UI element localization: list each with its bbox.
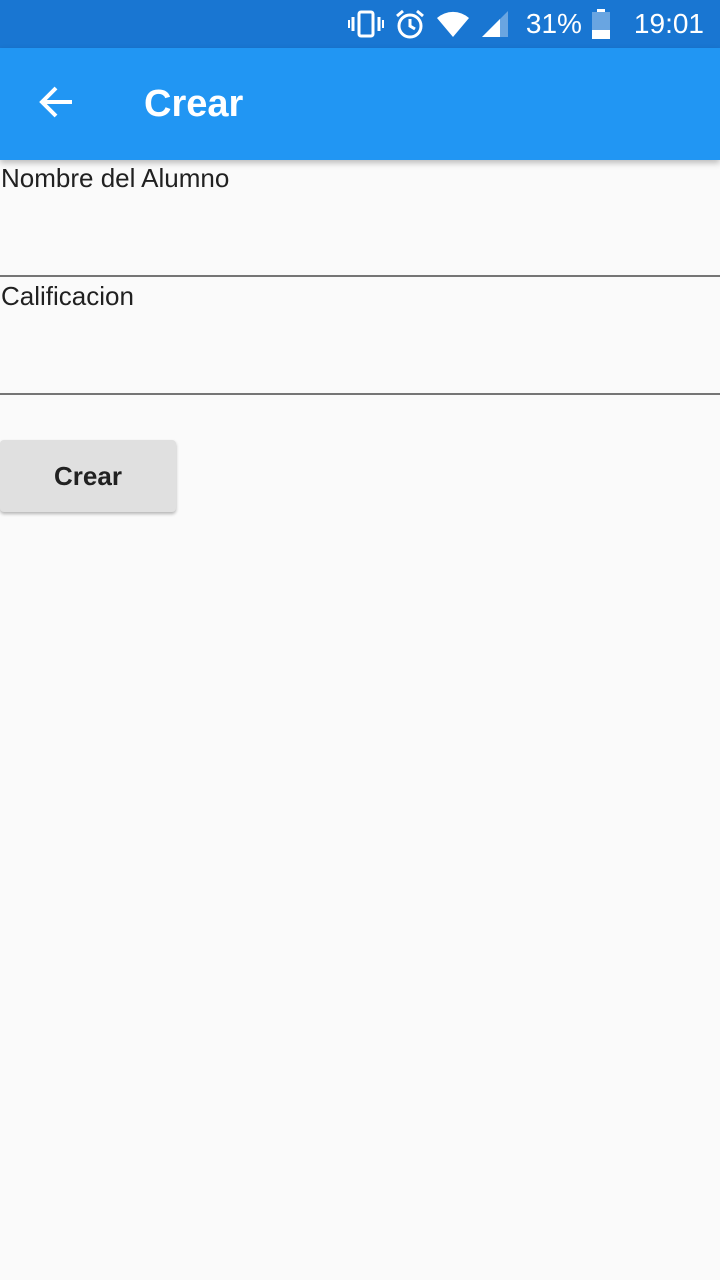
back-button[interactable]	[28, 76, 84, 132]
app-bar: Crear	[0, 48, 720, 160]
vibrate-icon	[347, 9, 384, 39]
battery-icon	[591, 9, 610, 39]
grade-label: Calificacion	[1, 281, 134, 311]
battery-percent: 31%	[525, 8, 582, 39]
grade-field: Calificacion	[0, 278, 720, 398]
wifi-icon	[436, 10, 470, 38]
alarm-icon	[394, 8, 426, 40]
student-name-field: Nombre del Alumno	[0, 160, 720, 280]
student-name-input[interactable]	[0, 217, 720, 277]
create-button[interactable]: Crear	[0, 440, 176, 512]
student-name-label: Nombre del Alumno	[1, 163, 230, 193]
status-bar: 31% 19:01	[0, 0, 720, 48]
page-title: Crear	[144, 83, 244, 125]
arrow-back-icon	[38, 84, 74, 125]
clock: 19:01	[633, 8, 704, 39]
status-icons: 31% 19:01	[347, 8, 704, 40]
signal-icon	[480, 10, 510, 38]
grade-input[interactable]	[0, 335, 720, 395]
